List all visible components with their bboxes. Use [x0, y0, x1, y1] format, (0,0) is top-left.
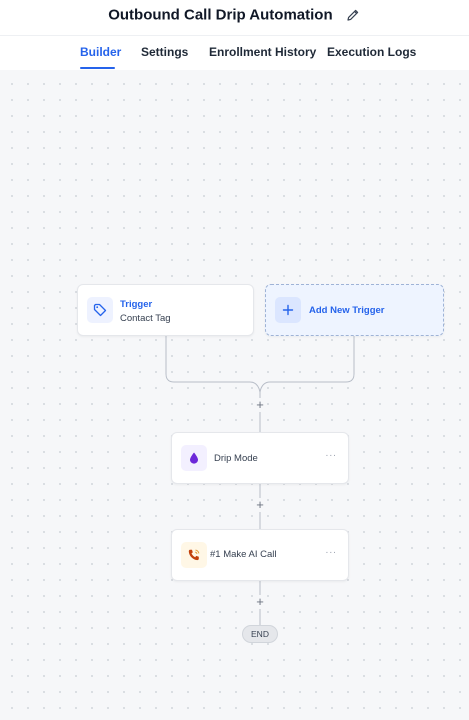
add-step-button[interactable]: + — [253, 398, 267, 412]
make-ai-call-label: #1 Make AI Call — [210, 549, 277, 560]
workflow-canvas[interactable] — [0, 70, 469, 720]
tab-enrollment-history[interactable]: Enrollment History — [209, 45, 316, 59]
add-step-button[interactable]: + — [253, 595, 267, 609]
app-header: Outbound Call Drip Automation — [0, 0, 469, 36]
workflow-title-text: Outbound Call Drip Automation — [108, 6, 333, 24]
more-options-icon[interactable]: ··· — [324, 449, 338, 463]
tag-icon — [87, 297, 113, 323]
active-tab-indicator — [80, 67, 115, 69]
trigger-name-label: Contact Tag — [120, 313, 171, 324]
pencil-icon[interactable] — [345, 7, 361, 23]
add-new-trigger-label: Add New Trigger — [309, 305, 385, 316]
tab-settings[interactable]: Settings — [141, 45, 188, 59]
add-step-button[interactable]: + — [253, 498, 267, 512]
drop-icon — [181, 445, 207, 471]
more-options-icon[interactable]: ··· — [324, 546, 338, 560]
plus-icon — [275, 297, 301, 323]
tab-execution-logs[interactable]: Execution Logs — [327, 45, 416, 59]
workflow-title: Outbound Call Drip Automation — [0, 6, 469, 24]
drip-mode-step-card[interactable]: Drip Mode ··· — [171, 432, 349, 484]
tab-builder[interactable]: Builder — [80, 45, 121, 59]
trigger-card[interactable]: Trigger Contact Tag — [77, 284, 254, 336]
end-node: END — [242, 625, 278, 643]
trigger-kind-label: Trigger — [120, 299, 153, 310]
phone-call-icon — [181, 542, 207, 568]
make-ai-call-step-card[interactable]: #1 Make AI Call ··· — [171, 529, 349, 581]
add-new-trigger-button[interactable]: Add New Trigger — [265, 284, 444, 336]
tab-bar: Builder Settings Enrollment History Exec… — [0, 36, 469, 70]
drip-mode-label: Drip Mode — [214, 453, 258, 464]
